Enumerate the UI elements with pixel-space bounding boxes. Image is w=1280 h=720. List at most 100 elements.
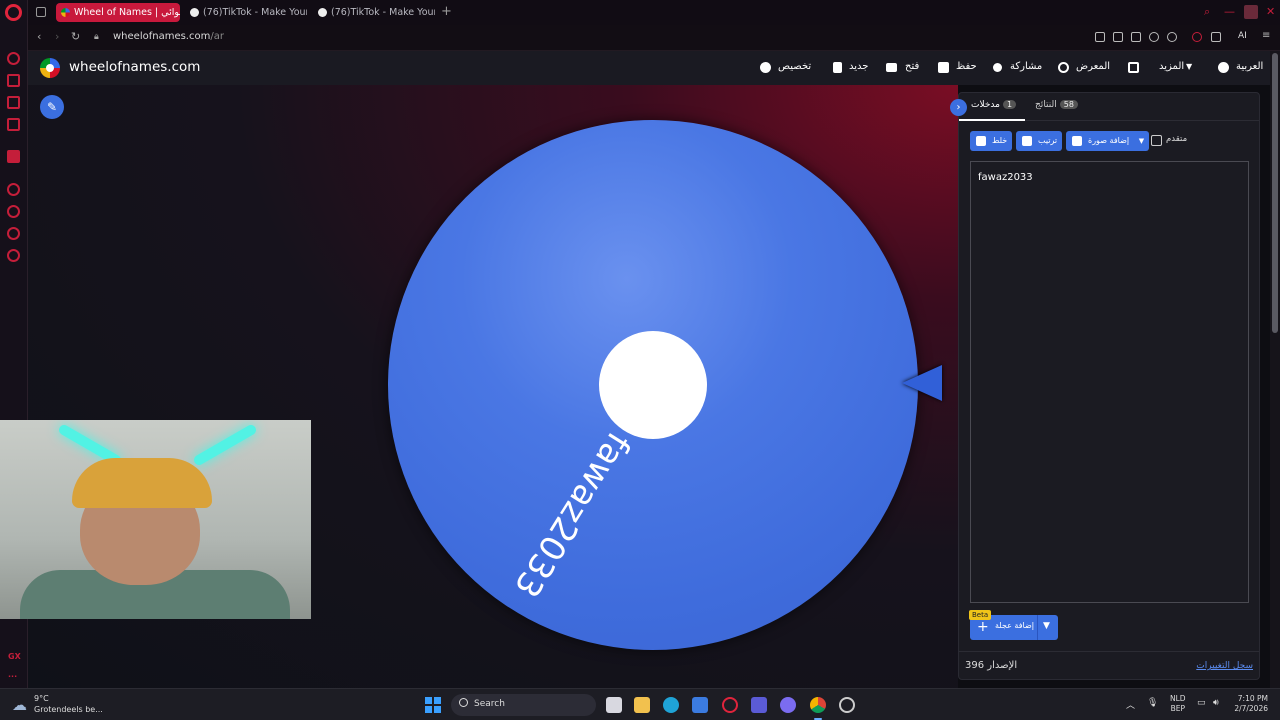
system-clock[interactable]: 7:10 PM 2/7/2026 <box>1228 694 1268 714</box>
heart-icon[interactable] <box>1167 32 1177 42</box>
menu-icon[interactable]: ≡ <box>1262 30 1272 41</box>
close-icon[interactable]: ✕ <box>1266 5 1275 18</box>
more-button[interactable]: المزيد <box>1159 61 1184 72</box>
wheel-favicon-icon <box>61 8 70 17</box>
new-tab-icon[interactable]: + <box>441 4 452 19</box>
save-button[interactable]: حفظ <box>956 61 977 72</box>
site-title[interactable]: wheelofnames.com <box>69 59 200 75</box>
tab-tiktok-2[interactable]: (76)TikTok - Make Your Da <box>313 3 435 22</box>
taskbar-search[interactable]: Search <box>451 694 596 716</box>
tab-label: Wheel of Names | العشوائي <box>74 7 180 18</box>
new-button[interactable]: جديد <box>849 61 868 72</box>
wheel-pointer-icon <box>902 365 942 401</box>
shuffle-label: خلط <box>992 136 1008 145</box>
messenger-icon[interactable] <box>7 96 20 109</box>
gx-corner-icon[interactable] <box>7 118 20 131</box>
tray-chevron-icon[interactable]: ︿ <box>1126 698 1135 711</box>
chevron-down-icon[interactable]: ▼ <box>1043 621 1050 631</box>
wheel-entry-text: fawaz2033 <box>505 425 639 605</box>
microphone-icon[interactable]: 🎙︎ <box>1147 698 1158 708</box>
webcam-overlay <box>0 420 311 619</box>
settings-icon[interactable] <box>7 249 20 262</box>
more-dots-icon[interactable]: ··· <box>8 672 17 681</box>
chat-icon[interactable] <box>7 227 20 240</box>
history-icon[interactable] <box>7 205 20 218</box>
new-file-icon <box>833 62 842 73</box>
wheel-center[interactable] <box>599 331 707 439</box>
minimize-icon[interactable]: — <box>1224 5 1235 18</box>
account-icon[interactable] <box>1192 32 1202 42</box>
version-label: الإصدار <box>987 660 1018 671</box>
file-explorer-icon[interactable] <box>634 697 650 713</box>
windows-start-icon[interactable] <box>425 697 441 713</box>
workspaces-icon[interactable] <box>36 7 46 17</box>
panel-footer: 396 الإصدار سجل التغييرات <box>959 651 1259 679</box>
forward-icon[interactable]: › <box>55 30 59 43</box>
gx-label[interactable]: GX <box>8 652 21 661</box>
weather-temp[interactable]: 9°C <box>34 694 49 703</box>
url-field[interactable]: wheelofnames.com/ar <box>113 31 224 42</box>
media-player-icon[interactable] <box>751 697 767 713</box>
tab-entries[interactable]: مدخلات 1 <box>971 100 1017 110</box>
input-language[interactable]: NLD BEP <box>1170 694 1186 714</box>
beta-badge: Beta <box>969 610 992 620</box>
folder-icon <box>886 63 897 72</box>
shuffle-button[interactable]: خلط <box>970 131 1013 151</box>
entries-textarea[interactable]: fawaz2033 <box>970 161 1249 603</box>
tab-label: (76)TikTok - Make Your Da <box>203 7 307 18</box>
image-icon <box>1072 136 1082 146</box>
lang-bottom: BEP <box>1170 704 1185 713</box>
snapshot-icon[interactable] <box>1113 32 1123 42</box>
spin-wheel[interactable]: fawaz2033 <box>388 120 918 650</box>
tab-tiktok-1[interactable]: (76)TikTok - Make Your Da <box>185 3 307 22</box>
play-icon[interactable] <box>1149 32 1159 42</box>
steam-icon[interactable] <box>839 697 855 713</box>
advanced-checkbox[interactable] <box>1151 135 1162 146</box>
task-view-icon[interactable] <box>606 697 622 713</box>
edge-icon[interactable] <box>663 697 679 713</box>
chrome-icon[interactable] <box>810 697 826 720</box>
weather-icon[interactable]: ☁︎ <box>12 696 27 714</box>
lock-icon: 🔒︎ <box>94 32 99 42</box>
tab-wheel-of-names[interactable]: Wheel of Names | العشوائي <box>56 3 180 22</box>
download-icon[interactable] <box>1211 32 1221 42</box>
language-button[interactable]: العربية <box>1236 61 1263 72</box>
player-icon[interactable] <box>7 183 20 196</box>
save-icon <box>938 62 949 73</box>
tiktok-favicon-icon <box>318 8 327 17</box>
ai-button[interactable]: AI <box>1238 31 1247 41</box>
weather-desc[interactable]: Grotendeels be... <box>34 705 103 714</box>
gallery-button[interactable]: المعرض <box>1076 61 1110 72</box>
fullscreen-icon[interactable] <box>1128 62 1139 73</box>
store-icon[interactable] <box>692 697 708 713</box>
page-scrollbar[interactable] <box>1270 51 1280 688</box>
back-icon[interactable]: ‹ <box>37 30 41 43</box>
wheel-logo-icon[interactable] <box>40 58 60 78</box>
reload-icon[interactable]: ↻ <box>71 30 80 43</box>
add-image-label: إضافة صورة <box>1088 136 1130 145</box>
sort-button[interactable]: ترتيب <box>1016 131 1063 151</box>
twitch-icon[interactable] <box>7 150 20 163</box>
shield-icon[interactable] <box>1131 32 1141 42</box>
url-path: /ar <box>210 31 224 42</box>
discord-icon[interactable] <box>780 697 796 713</box>
add-image-button[interactable]: إضافة صورة ▼ <box>1066 131 1150 151</box>
tab-results[interactable]: النتائج 58 <box>1035 100 1078 110</box>
search-tabs-icon[interactable]: ⌕ <box>1204 5 1210 19</box>
network-icon[interactable]: ▭ <box>1197 698 1206 708</box>
volume-icon[interactable]: 🔊︎ <box>1213 698 1219 708</box>
camera-icon[interactable] <box>1095 32 1105 42</box>
bag-icon[interactable] <box>7 74 20 87</box>
customize-button[interactable]: تخصيص <box>778 61 811 72</box>
changelog-link[interactable]: سجل التغييرات <box>1196 661 1253 671</box>
share-button[interactable]: مشاركة <box>1010 61 1042 72</box>
refresh-icon[interactable] <box>7 52 20 65</box>
shuffle-icon <box>976 136 986 146</box>
collapse-panel-icon[interactable]: › <box>950 99 967 116</box>
maximize-icon[interactable] <box>1244 5 1258 19</box>
scrollbar-thumb[interactable] <box>1272 53 1278 333</box>
open-button[interactable]: فتح <box>905 61 919 72</box>
opera-logo-icon[interactable] <box>5 4 22 21</box>
pencil-icon[interactable]: ✎ <box>40 95 64 119</box>
opera-gx-icon[interactable] <box>722 697 738 713</box>
